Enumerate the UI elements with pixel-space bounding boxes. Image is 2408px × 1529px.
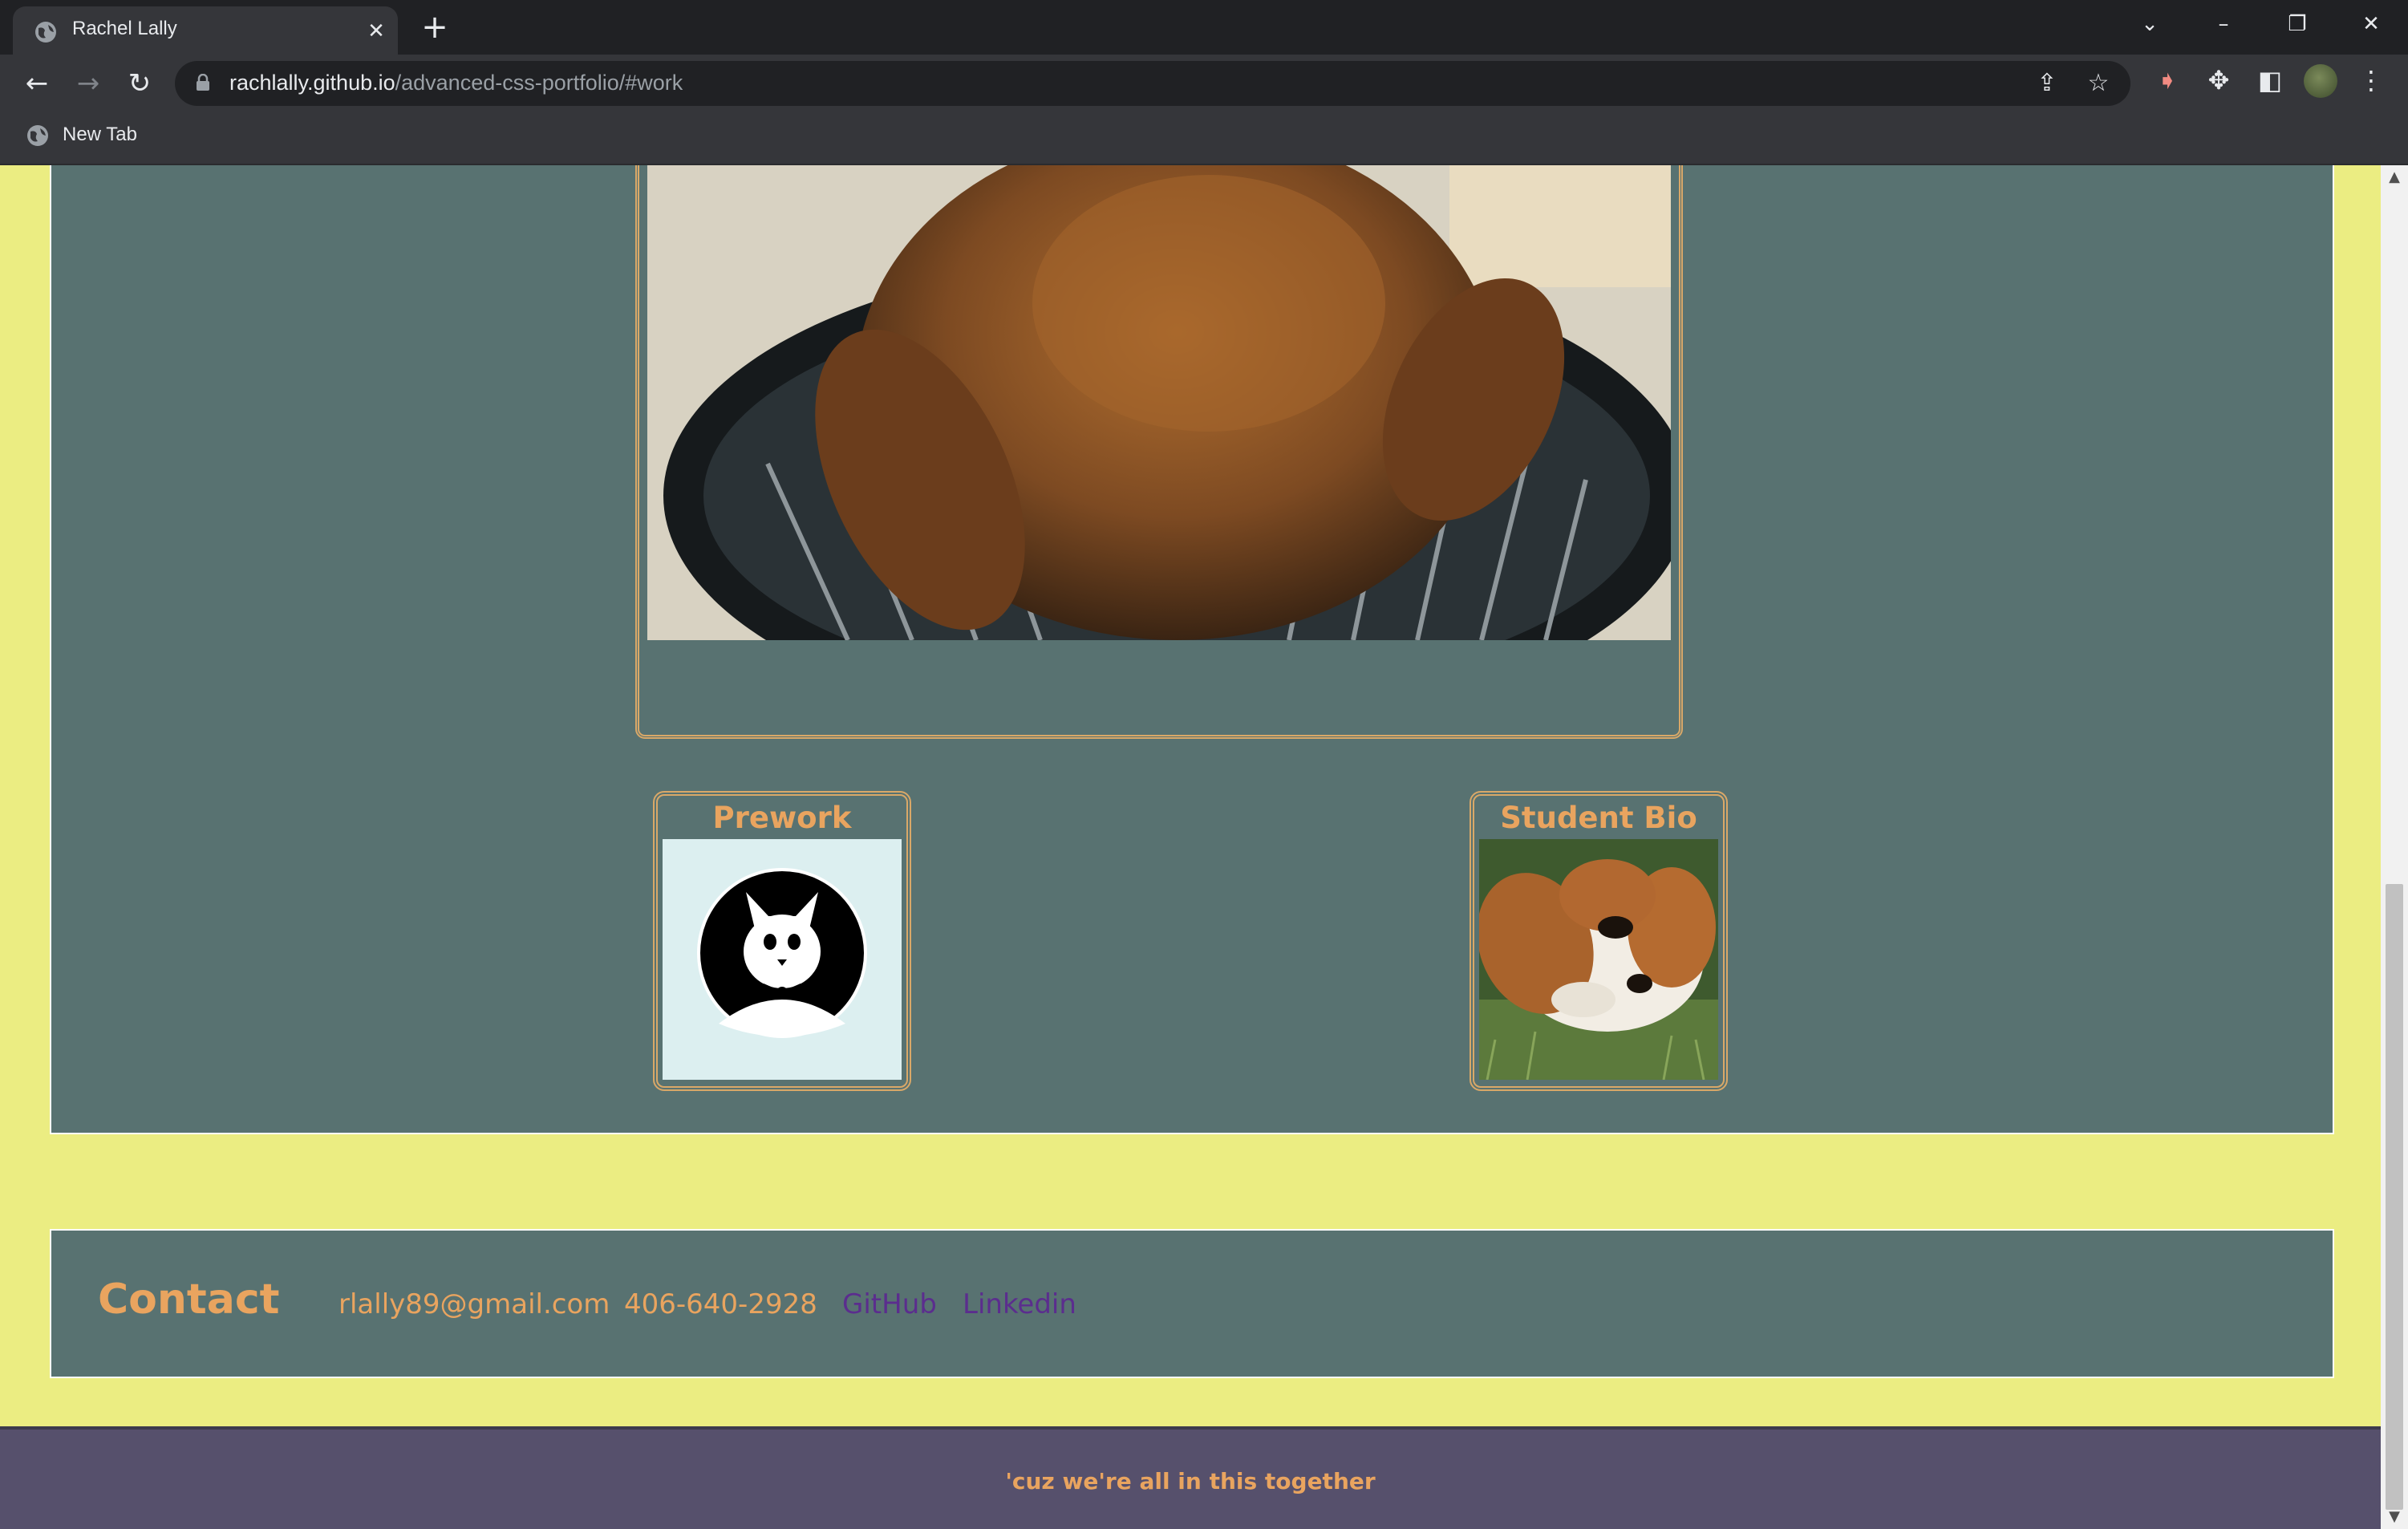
browser-toolbar: ← → ↻ rachlally.github.io/advanced-css-p…	[0, 55, 2408, 112]
puzzle-icon[interactable]: ✥	[2203, 64, 2235, 96]
prework-card[interactable]: Prework	[653, 791, 911, 1091]
footer-tagline: 'cuz we're all in this together	[1005, 1468, 1376, 1495]
puppy-illustration	[1479, 839, 1718, 1080]
close-tab-icon[interactable]: ✕	[363, 18, 390, 45]
contact-heading: Contact	[98, 1276, 280, 1324]
minimize-icon[interactable]: –	[2199, 6, 2248, 42]
featured-work-card[interactable]	[635, 165, 1683, 739]
page-viewport: Prework Student Bio Contact rlally89@gma…	[0, 165, 2381, 1529]
bookmark-star-icon[interactable]: ☆	[2084, 69, 2113, 98]
turkey-illustration	[647, 165, 1671, 640]
back-icon[interactable]: ←	[19, 66, 55, 101]
tab-title: Rachel Lally	[72, 18, 177, 39]
bookmark-new-tab[interactable]: New Tab	[63, 124, 137, 146]
prework-card-title: Prework	[712, 801, 852, 835]
page-footer: 'cuz we're all in this together	[0, 1426, 2381, 1529]
new-tab-icon[interactable]: +	[417, 11, 452, 47]
forward-icon[interactable]: →	[71, 66, 106, 101]
globe-icon	[35, 22, 56, 43]
student-bio-card-title: Student Bio	[1500, 801, 1697, 835]
scrollbar-thumb[interactable]	[2386, 884, 2403, 1510]
linkedin-link[interactable]: Linkedin	[963, 1288, 1076, 1320]
profile-avatar[interactable]	[2304, 64, 2337, 98]
reload-icon[interactable]: ↻	[122, 66, 157, 101]
contact-email[interactable]: rlally89@gmail.com	[338, 1288, 610, 1320]
close-window-icon[interactable]: ✕	[2347, 6, 2395, 42]
menu-kebab-icon[interactable]: ⋮	[2358, 64, 2384, 96]
github-link[interactable]: GitHub	[842, 1288, 937, 1320]
share-icon[interactable]: ⇪	[2033, 69, 2061, 98]
browser-tab[interactable]: Rachel Lally ✕	[13, 6, 398, 55]
address-bar[interactable]: rachlally.github.io/advanced-css-portfol…	[175, 61, 2130, 106]
scroll-up-icon[interactable]: ▲	[2381, 165, 2408, 189]
page-scrollbar[interactable]: ▲ ▼	[2381, 165, 2408, 1529]
bookmarks-bar: New Tab	[0, 112, 2408, 165]
extension-icon[interactable]: ➧	[2151, 64, 2183, 96]
student-bio-card[interactable]: Student Bio	[1470, 791, 1728, 1091]
globe-icon	[27, 125, 48, 146]
student-bio-card-image[interactable]	[1479, 839, 1718, 1080]
lock-icon	[197, 74, 209, 91]
featured-work-image[interactable]	[647, 165, 1671, 640]
tab-search-chevron-icon[interactable]: ⌄	[2126, 6, 2174, 42]
cat-bowtie-icon	[697, 868, 867, 1038]
url-host: rachlally.github.io	[229, 71, 395, 95]
side-panel-icon[interactable]: ◧	[2254, 64, 2286, 96]
scroll-down-icon[interactable]: ▼	[2381, 1505, 2408, 1529]
restore-icon[interactable]: ❐	[2273, 6, 2321, 42]
url-text: rachlally.github.io/advanced-css-portfol…	[229, 71, 683, 95]
contact-phone[interactable]: 406-640-2928	[624, 1288, 817, 1320]
url-path: /advanced-css-portfolio/#work	[395, 71, 683, 95]
prework-card-image[interactable]	[663, 839, 902, 1080]
browser-titlebar: Rachel Lally ✕ + ⌄ – ❐ ✕	[0, 0, 2408, 55]
work-section: Prework Student Bio	[50, 165, 2334, 1134]
contact-section: Contact rlally89@gmail.com 406-640-2928 …	[50, 1229, 2334, 1378]
